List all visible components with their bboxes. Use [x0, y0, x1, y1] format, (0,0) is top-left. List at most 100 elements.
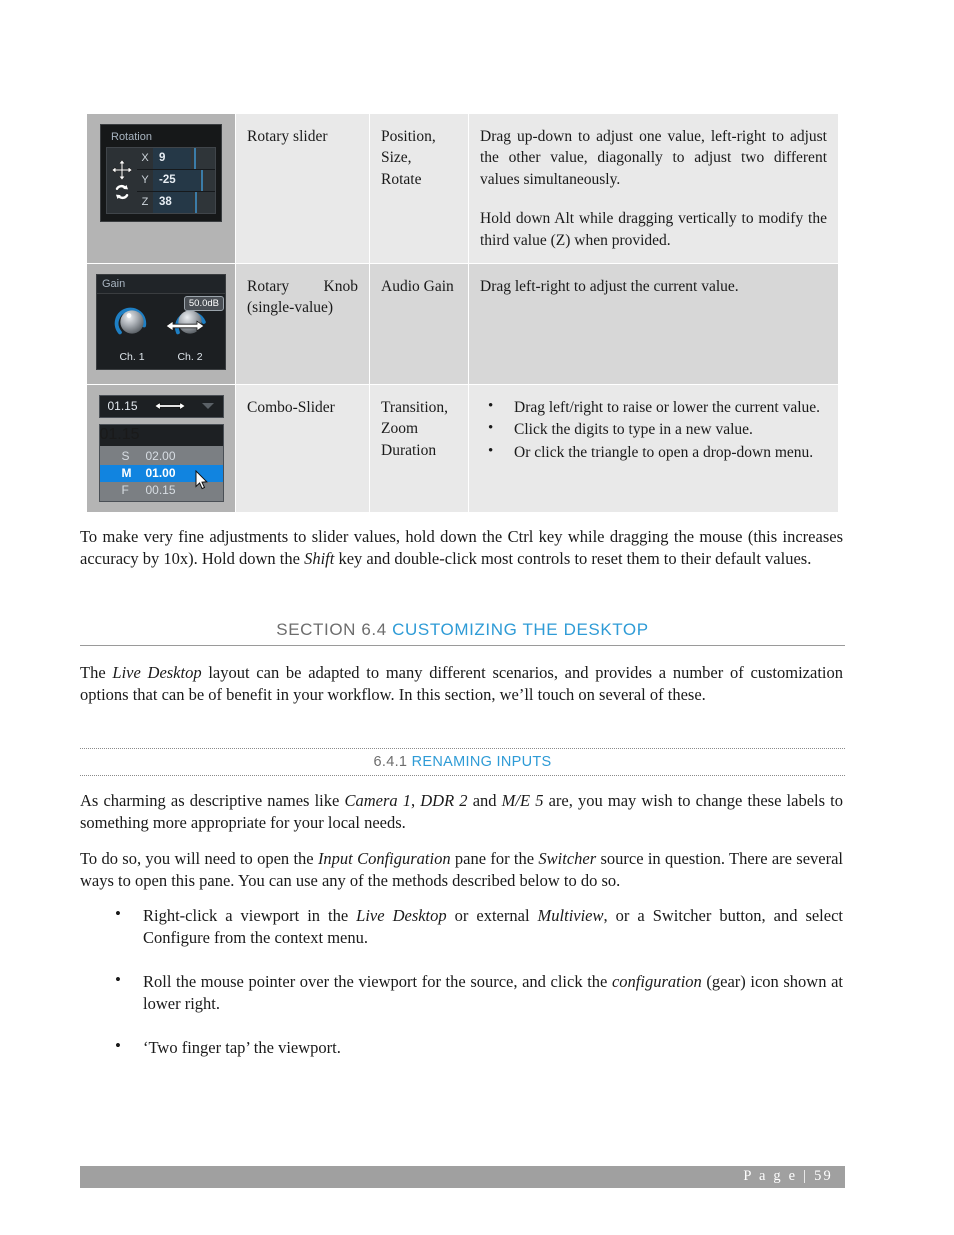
- left-right-arrow-icon: [165, 319, 205, 338]
- mb1-italic1: configuration: [611, 971, 702, 991]
- control-usage-text: Transition, Zoom Duration: [381, 398, 449, 459]
- list-item: Right-click a viewport in the Live Deskt…: [80, 903, 843, 949]
- rotation-value-slider-x[interactable]: 9: [153, 148, 215, 169]
- control-name-text: Rotary slider: [247, 128, 328, 145]
- rotate-icon: [111, 181, 133, 203]
- rotation-row-y[interactable]: Y -25: [137, 170, 215, 192]
- table-cell-widget-image: Rotation X 9 Y -25 Z 38: [86, 113, 236, 264]
- combo-slider-closed[interactable]: 01.15: [98, 394, 224, 418]
- gain-knob-channel-2[interactable]: Ch. 2: [163, 303, 217, 363]
- gain-widget-title: Gain: [97, 274, 225, 294]
- page-footer-bar: P a g e | 59: [80, 1166, 845, 1188]
- rotation-value-slider-y[interactable]: -25: [153, 170, 215, 191]
- gain-value-tooltip: 50.0dB: [183, 295, 224, 312]
- list-item: ‘Two finger tap’ the viewport.: [80, 1035, 843, 1059]
- rotation-widget[interactable]: Rotation X 9 Y -25 Z 38: [100, 124, 222, 222]
- rotation-axis-label-z: Z: [137, 192, 153, 213]
- sp1-italic2: DDR 2: [420, 791, 468, 810]
- sp2-italic2: Switcher: [538, 849, 597, 868]
- rotation-widget-icon-column: [107, 148, 137, 213]
- document-page: Rotation X 9 Y -25 Z 38 Rotary slider Po…: [0, 0, 954, 1235]
- table-cell-usage: Transition, Zoom Duration: [369, 383, 469, 513]
- combo-slider-value[interactable]: 01.15: [100, 399, 138, 413]
- gain-widget[interactable]: Gain Ch. 1 Ch. 2 50.0dB: [96, 273, 226, 370]
- sp2-part1: To do so, you will need to open the: [80, 849, 318, 868]
- gain-channel-label: Ch. 1: [119, 350, 145, 363]
- dropdown-option-value: 00.15: [145, 483, 176, 498]
- mb0-part2: or external: [446, 906, 538, 925]
- table-cell-description: Drag left-right to adjust the current va…: [468, 262, 839, 385]
- table-cell-control-name: Rotary Knob (single-value): [235, 262, 370, 385]
- control-name-text: Combo-Slider: [247, 398, 335, 416]
- rotation-axis-label-x: X: [137, 148, 153, 169]
- control-name-text: Rotary Knob (single-value): [247, 277, 358, 317]
- sp2-italic1: Input Configuration: [317, 849, 451, 868]
- section-heading-number: SECTION 6.4: [276, 620, 387, 639]
- section-paragraph-part1: The: [80, 663, 113, 682]
- description-paragraph: Drag up-down to adjust one value, left-r…: [480, 128, 827, 188]
- sp1-part3: and: [467, 791, 502, 810]
- description-paragraph: Drag left-right to adjust the current va…: [480, 277, 739, 295]
- mb1-part1: Roll the mouse pointer over the viewport…: [143, 971, 612, 991]
- subsection-paragraph-1: As charming as descriptive names like Ca…: [80, 790, 843, 834]
- rotation-row-x[interactable]: X 9: [137, 148, 215, 170]
- footer-page-number: 59: [814, 1168, 833, 1184]
- mb0-part1: Right-click a viewport in the: [143, 906, 357, 925]
- section-paragraph-italic1: Live Desktop: [112, 663, 202, 682]
- list-item: Roll the mouse pointer over the viewport…: [80, 969, 843, 1015]
- footer-label: P a g e: [743, 1168, 798, 1184]
- section-heading: SECTION 6.4 CUSTOMIZING THE DESKTOP: [80, 620, 845, 646]
- rotary-knob-icon[interactable]: [113, 307, 151, 345]
- mb0-italic1: Live Desktop: [356, 906, 447, 925]
- description-paragraph: Hold down Alt while dragging vertically …: [480, 210, 827, 249]
- rotation-value-x: 9: [159, 152, 166, 164]
- chevron-down-icon[interactable]: [201, 403, 214, 410]
- rotation-value-z: 38: [159, 196, 172, 208]
- dropdown-option-value: 02.00: [145, 449, 176, 464]
- intro-paragraph-italic1: Shift: [304, 548, 335, 568]
- description-bullet-list: Drag left/right to raise or lower the cu…: [480, 396, 827, 463]
- combo-slider-dropdown[interactable]: S 02.00 M 01.00 F 00.15: [98, 445, 224, 502]
- table-row: Gain Ch. 1 Ch. 2 50.0dB Rotary Knob (sin…: [86, 262, 839, 385]
- sp1-italic3: M/E 5: [501, 791, 544, 810]
- subsection-heading: 6.4.1 RENAMING INPUTS: [80, 748, 845, 776]
- methods-bullet-list: Right-click a viewport in the Live Deskt…: [80, 903, 843, 1081]
- list-item: Click the digits to type in a new value.: [480, 418, 827, 440]
- rotation-value-slider-z[interactable]: 38: [153, 192, 215, 213]
- subsection-heading-title: RENAMING INPUTS: [411, 754, 552, 770]
- rotation-axis-label-y: Y: [137, 170, 153, 191]
- control-usage-text: Audio Gain: [381, 277, 454, 295]
- rotation-value-y: -25: [159, 174, 176, 186]
- page-footer-text: P a g e | 59: [743, 1168, 833, 1185]
- combo-slider-widget[interactable]: 01.15 01.15 S 02.00 M 01.00 F 00.15: [98, 394, 224, 502]
- dropdown-option-key: S: [121, 449, 130, 464]
- table-cell-description: Drag left/right to raise or lower the cu…: [468, 383, 839, 513]
- rotation-widget-rows: X 9 Y -25 Z 38: [137, 148, 215, 213]
- sp2-part2: pane for the: [450, 849, 539, 868]
- gain-knob-channel-1[interactable]: Ch. 1: [105, 303, 159, 363]
- gain-channel-label: Ch. 2: [177, 350, 203, 363]
- intro-paragraph-part2: key and double-click most controls to re…: [334, 548, 812, 568]
- list-item: Drag left/right to raise or lower the cu…: [480, 396, 827, 418]
- combo-slider-open-field[interactable]: 01.15: [98, 423, 224, 446]
- combo-slider-open-value[interactable]: 01.15: [100, 426, 140, 444]
- table-cell-widget-image: 01.15 01.15 S 02.00 M 01.00 F 00.15: [86, 383, 236, 513]
- control-usage-text: Position, Size, Rotate: [381, 128, 436, 188]
- rotation-row-z[interactable]: Z 38: [137, 192, 215, 213]
- controls-reference-table: Rotation X 9 Y -25 Z 38 Rotary slider Po…: [86, 113, 839, 513]
- table-cell-usage: Position, Size, Rotate: [369, 113, 469, 264]
- mb2-part1: ‘Two finger tap’ the viewport.: [143, 1037, 341, 1057]
- table-cell-control-name: Combo-Slider: [235, 383, 370, 513]
- rotation-widget-grid: X 9 Y -25 Z 38: [106, 147, 216, 214]
- subsection-heading-number: 6.4.1: [373, 754, 408, 770]
- dropdown-option-key: M: [121, 466, 132, 481]
- sp1-part2: ,: [411, 791, 421, 810]
- footer-separator: |: [803, 1168, 809, 1184]
- four-way-arrow-icon: [111, 158, 133, 181]
- intro-paragraph: To make very fine adjustments to slider …: [80, 526, 843, 570]
- dropdown-option-key: F: [121, 483, 129, 498]
- mb0-italic2: Multiview: [537, 906, 604, 925]
- dropdown-option-s[interactable]: S 02.00: [100, 448, 223, 465]
- rotation-widget-title: Rotation: [111, 131, 152, 143]
- table-cell-usage: Audio Gain: [369, 262, 469, 385]
